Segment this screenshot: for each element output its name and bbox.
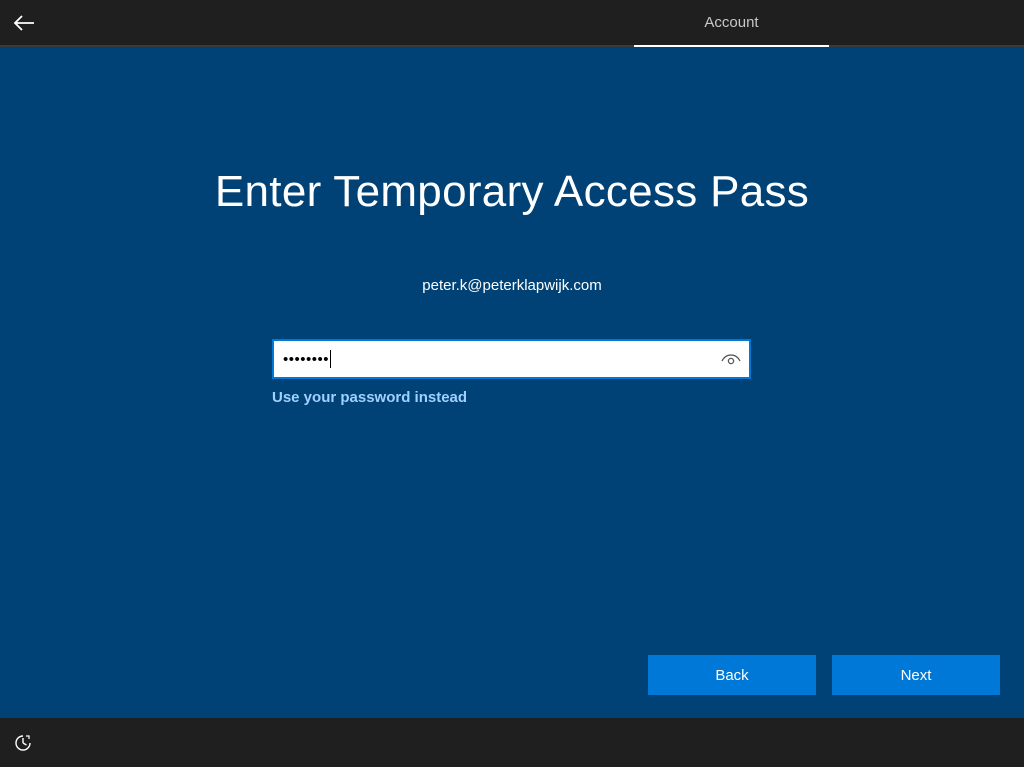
back-button[interactable]: Back — [648, 655, 816, 695]
ease-of-access-icon[interactable] — [14, 734, 32, 752]
next-button[interactable]: Next — [832, 655, 1000, 695]
tab-account: Account — [704, 14, 759, 31]
back-arrow-icon[interactable] — [10, 9, 38, 37]
text-caret — [330, 350, 332, 368]
page-title: Enter Temporary Access Pass — [214, 167, 810, 216]
main-panel: Enter Temporary Access Pass peter.k@pete… — [0, 47, 1024, 718]
eye-icon[interactable] — [713, 341, 749, 377]
bottom-bar — [0, 718, 1024, 767]
temporary-access-pass-input[interactable]: •••••••• — [272, 339, 751, 379]
password-value[interactable]: •••••••• — [274, 350, 713, 368]
account-email: peter.k@peterklapwijk.com — [422, 277, 602, 294]
top-bar: Account — [0, 0, 1024, 47]
use-password-instead-link[interactable]: Use your password instead — [272, 389, 467, 406]
password-masked-text: •••••••• — [283, 350, 330, 368]
